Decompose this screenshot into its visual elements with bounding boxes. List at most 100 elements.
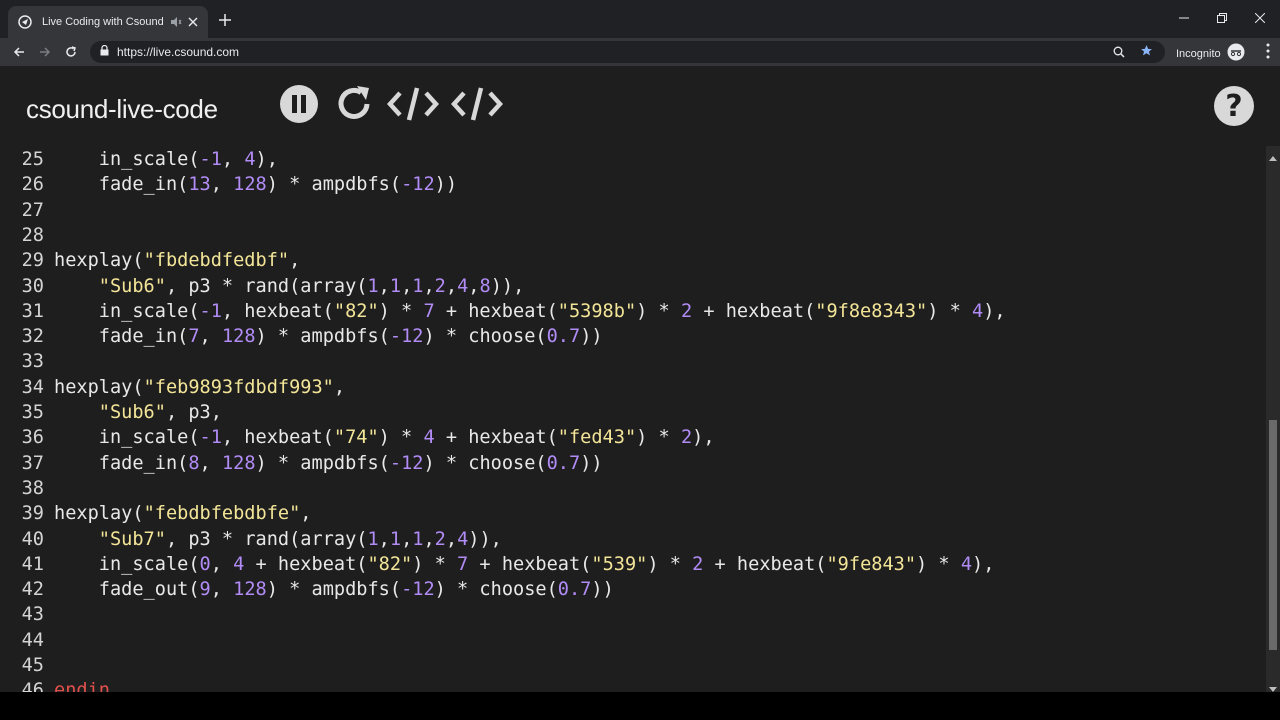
line-number: 29 (21, 250, 44, 272)
code-line[interactable]: 35 "Sub6", p3, (0, 400, 1266, 425)
code-line[interactable]: 31 in_scale(-1, hexbeat("82") * 7 + hexb… (0, 299, 1266, 324)
number-token: 1 (367, 275, 379, 297)
code-token: ), (255, 149, 278, 170)
evaluate-block-button[interactable] (450, 84, 504, 129)
code-token: , (423, 275, 435, 297)
number-token: -12 (389, 452, 424, 474)
code-line[interactable]: 38 (0, 476, 1266, 501)
bottom-bar (0, 692, 1280, 720)
tab-audio-icon[interactable] (170, 15, 182, 29)
code-icon (386, 84, 440, 129)
line-number: 27 (21, 199, 44, 221)
pause-button[interactable] (278, 84, 320, 128)
code-token: ) * ampdbfs( (266, 579, 402, 601)
refresh-icon (333, 83, 375, 130)
number-token: 0 (199, 553, 211, 575)
string-token: "Sub6" (98, 275, 166, 297)
number-token: 128 (221, 452, 256, 474)
reload-code-button[interactable] (332, 84, 376, 128)
code-text: in_scale(0, 4 + hexbeat("82") * 7 + hexb… (54, 552, 995, 577)
back-arrow-icon[interactable] (6, 41, 32, 63)
number-token: 7 (457, 553, 469, 575)
line-number: 43 (21, 604, 44, 626)
code-token: , (199, 452, 222, 474)
code-token: hexplay( (54, 250, 144, 272)
code-line[interactable]: 45 (0, 653, 1266, 678)
number-token: -12 (401, 579, 435, 601)
number-token: 4 (244, 149, 256, 170)
evaluate-code-button[interactable] (386, 84, 440, 129)
number-token: -1 (199, 149, 222, 170)
line-number: 28 (21, 224, 44, 246)
code-line[interactable]: 44 (0, 628, 1266, 653)
reload-icon[interactable] (58, 41, 84, 63)
code-line[interactable]: 42 fade_out(9, 128) * ampdbfs(-12) * cho… (0, 577, 1266, 602)
number-token: 7 (188, 326, 200, 348)
address-bar[interactable]: https://live.csound.com (90, 41, 1165, 63)
code-token: , (333, 376, 346, 398)
incognito-indicator[interactable]: Incognito (1176, 43, 1245, 64)
code-line[interactable]: 46 endin (0, 678, 1266, 692)
number-token: 13 (188, 174, 211, 196)
bookmark-star-icon[interactable] (1140, 44, 1153, 62)
line-number: 25 (21, 149, 44, 170)
minimize-icon[interactable] (1164, 6, 1204, 30)
new-tab-plus-icon[interactable] (216, 11, 234, 29)
code-line[interactable]: 29 hexplay("fbdebdfedbf", (0, 248, 1266, 273)
code-line[interactable]: 32 fade_in(7, 128) * ampdbfs(-12) * choo… (0, 324, 1266, 349)
window-close-icon[interactable] (1240, 6, 1280, 30)
help-button[interactable]: ? (1214, 86, 1254, 126)
code-token: , hexbeat( (221, 427, 334, 449)
url-text: https://live.csound.com (117, 45, 240, 59)
code-icon (450, 84, 504, 129)
scroll-up-arrow-icon[interactable] (1269, 148, 1277, 166)
code-line[interactable]: 25 in_scale(-1, 4), (0, 147, 1266, 172)
app-title: csound-live-code (26, 94, 218, 124)
browser-tab[interactable]: Live Coding with Csound (8, 6, 208, 38)
zoom-magnifier-icon[interactable] (1113, 45, 1125, 63)
code-editor[interactable]: 25 in_scale(-1, 4), 26 fade_in(13, 128) *… (0, 146, 1266, 692)
code-line[interactable]: 34 hexplay("feb9893fdbdf993", (0, 375, 1266, 400)
code-text: "Sub6", p3, (54, 400, 222, 425)
code-line[interactable]: 37 fade_in(8, 128) * ampdbfs(-12) * choo… (0, 451, 1266, 476)
number-token: 0.7 (546, 326, 581, 348)
code-line[interactable]: 33 (0, 349, 1266, 374)
code-line[interactable]: 43 (0, 602, 1266, 627)
code-token: )) (591, 579, 614, 601)
code-token: , hexbeat( (221, 300, 334, 322)
code-token: + hexbeat( (468, 553, 592, 575)
editor-scrollbar[interactable] (1266, 146, 1280, 692)
number-token: 128 (233, 174, 267, 196)
string-token: "5398b" (557, 300, 637, 322)
code-line[interactable]: 28 (0, 223, 1266, 248)
code-token: + hexbeat( (692, 300, 816, 322)
string-token: "fed43" (557, 427, 637, 449)
code-line[interactable]: 36 in_scale(-1, hexbeat("74") * 4 + hexb… (0, 425, 1266, 450)
number-token: 4 (457, 275, 469, 297)
code-line[interactable]: 39 hexplay("febdbfebdbfe", (0, 501, 1266, 526)
code-line[interactable]: 40 "Sub7", p3 * rand(array(1,1,1,2,4)), (0, 527, 1266, 552)
code-line[interactable]: 26 fade_in(13, 128) * ampdbfs(-12)) (0, 172, 1266, 197)
number-token: 0.7 (557, 579, 592, 601)
code-line[interactable]: 27 (0, 198, 1266, 223)
scroll-thumb[interactable] (1269, 420, 1277, 650)
code-token: fade_out( (98, 579, 200, 601)
code-text: in_scale(-1, 4), (54, 147, 278, 172)
browser-menu-icon[interactable] (1266, 43, 1270, 64)
code-token: ) * choose( (423, 326, 547, 348)
number-token: -12 (401, 174, 435, 196)
line-number: 46 (21, 680, 44, 692)
string-token: "82" (367, 553, 413, 575)
code-line[interactable]: 41 in_scale(0, 4 + hexbeat("82") * 7 + h… (0, 552, 1266, 577)
restore-icon[interactable] (1202, 6, 1242, 30)
tab-close-icon[interactable] (188, 15, 198, 29)
code-token: )), (468, 528, 502, 550)
code-line[interactable]: 30 "Sub6", p3 * rand(array(1,1,1,2,4,8))… (0, 274, 1266, 299)
forward-arrow-icon[interactable] (32, 41, 58, 63)
number-token: 4 (233, 553, 245, 575)
line-number: 30 (21, 275, 44, 297)
tab-title: Live Coding with Csound (42, 16, 164, 28)
